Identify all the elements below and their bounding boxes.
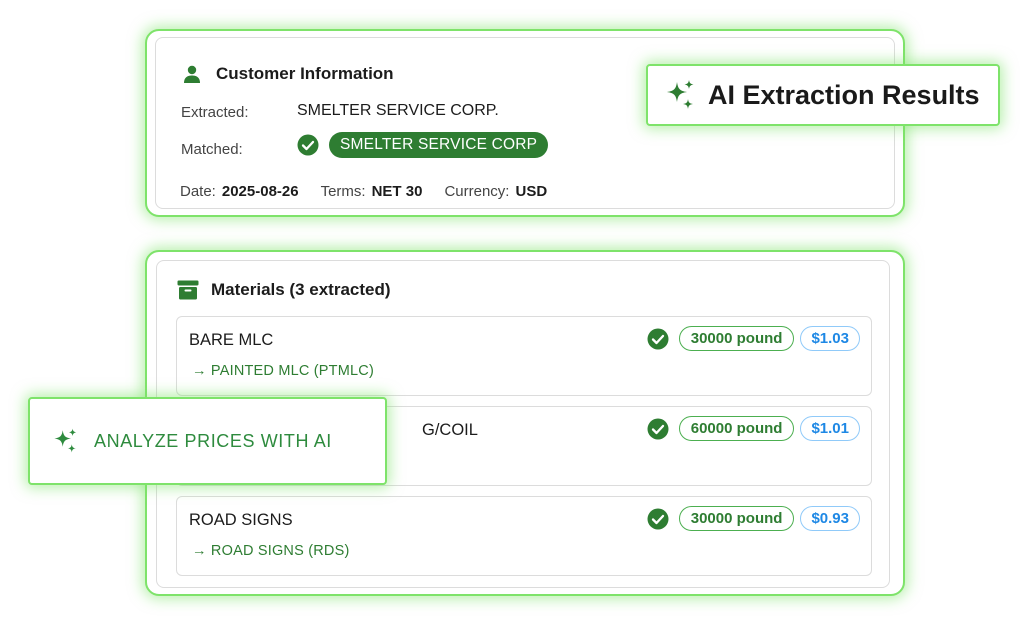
terms-value: NET 30 bbox=[371, 183, 423, 200]
customer-title: Customer Information bbox=[216, 64, 394, 83]
extracted-value: SMELTER SERVICE CORP. bbox=[297, 102, 499, 119]
material-name: BARE MLC bbox=[189, 331, 274, 349]
check-circle-icon bbox=[647, 508, 669, 530]
date-value: 2025-08-26 bbox=[221, 183, 299, 200]
material-badges: 30000 pound $1.03 bbox=[647, 326, 860, 351]
sparkles-icon bbox=[52, 427, 80, 455]
material-item[interactable]: BARE MLC → PAINTED MLC (PTMLC) 30000 pou… bbox=[176, 316, 872, 396]
analyze-prices-label: ANALYZE PRICES WITH AI bbox=[94, 430, 332, 451]
customer-meta-row: Date: 2025-08-26 Terms: NET 30 Currency:… bbox=[180, 183, 569, 200]
material-item[interactable]: ROAD SIGNS → ROAD SIGNS (RDS) 30000 poun… bbox=[176, 496, 872, 576]
matched-row: SMELTER SERVICE CORP bbox=[297, 132, 549, 158]
material-badges: 30000 pound $0.93 bbox=[647, 506, 860, 531]
material-mapping: → PAINTED MLC (PTMLC) bbox=[192, 363, 374, 379]
check-circle-icon bbox=[297, 134, 319, 156]
ai-extraction-results-badge: AI Extraction Results bbox=[646, 64, 1000, 126]
material-name: ROAD SIGNS bbox=[189, 511, 293, 529]
materials-header: Materials (3 extracted) bbox=[177, 280, 391, 300]
price-badge: $1.01 bbox=[800, 416, 860, 441]
check-circle-icon bbox=[647, 328, 669, 350]
quantity-badge: 30000 pound bbox=[678, 506, 795, 531]
date-label: Date: bbox=[180, 183, 216, 200]
terms-label: Terms: bbox=[320, 183, 366, 200]
check-circle-icon bbox=[647, 418, 669, 440]
price-badge: $1.03 bbox=[800, 326, 860, 351]
materials-title: Materials (3 extracted) bbox=[211, 280, 391, 299]
currency-label: Currency: bbox=[444, 183, 510, 200]
analyze-prices-button[interactable]: ANALYZE PRICES WITH AI bbox=[28, 397, 387, 485]
extracted-label: Extracted: bbox=[181, 104, 249, 121]
material-badges: 60000 pound $1.01 bbox=[647, 416, 860, 441]
matched-customer-badge: SMELTER SERVICE CORP bbox=[329, 132, 549, 158]
material-mapping: → ROAD SIGNS (RDS) bbox=[192, 543, 350, 559]
person-icon bbox=[182, 64, 202, 84]
price-badge: $0.93 bbox=[800, 506, 860, 531]
ai-extraction-results-label: AI Extraction Results bbox=[708, 79, 980, 110]
matched-label: Matched: bbox=[181, 141, 243, 158]
customer-header: Customer Information bbox=[182, 64, 394, 84]
archive-box-icon bbox=[177, 280, 199, 300]
quantity-badge: 60000 pound bbox=[678, 416, 795, 441]
material-name: G/COIL bbox=[422, 421, 478, 439]
currency-value: USD bbox=[515, 183, 548, 200]
quantity-badge: 30000 pound bbox=[678, 326, 795, 351]
sparkles-icon bbox=[664, 78, 698, 112]
